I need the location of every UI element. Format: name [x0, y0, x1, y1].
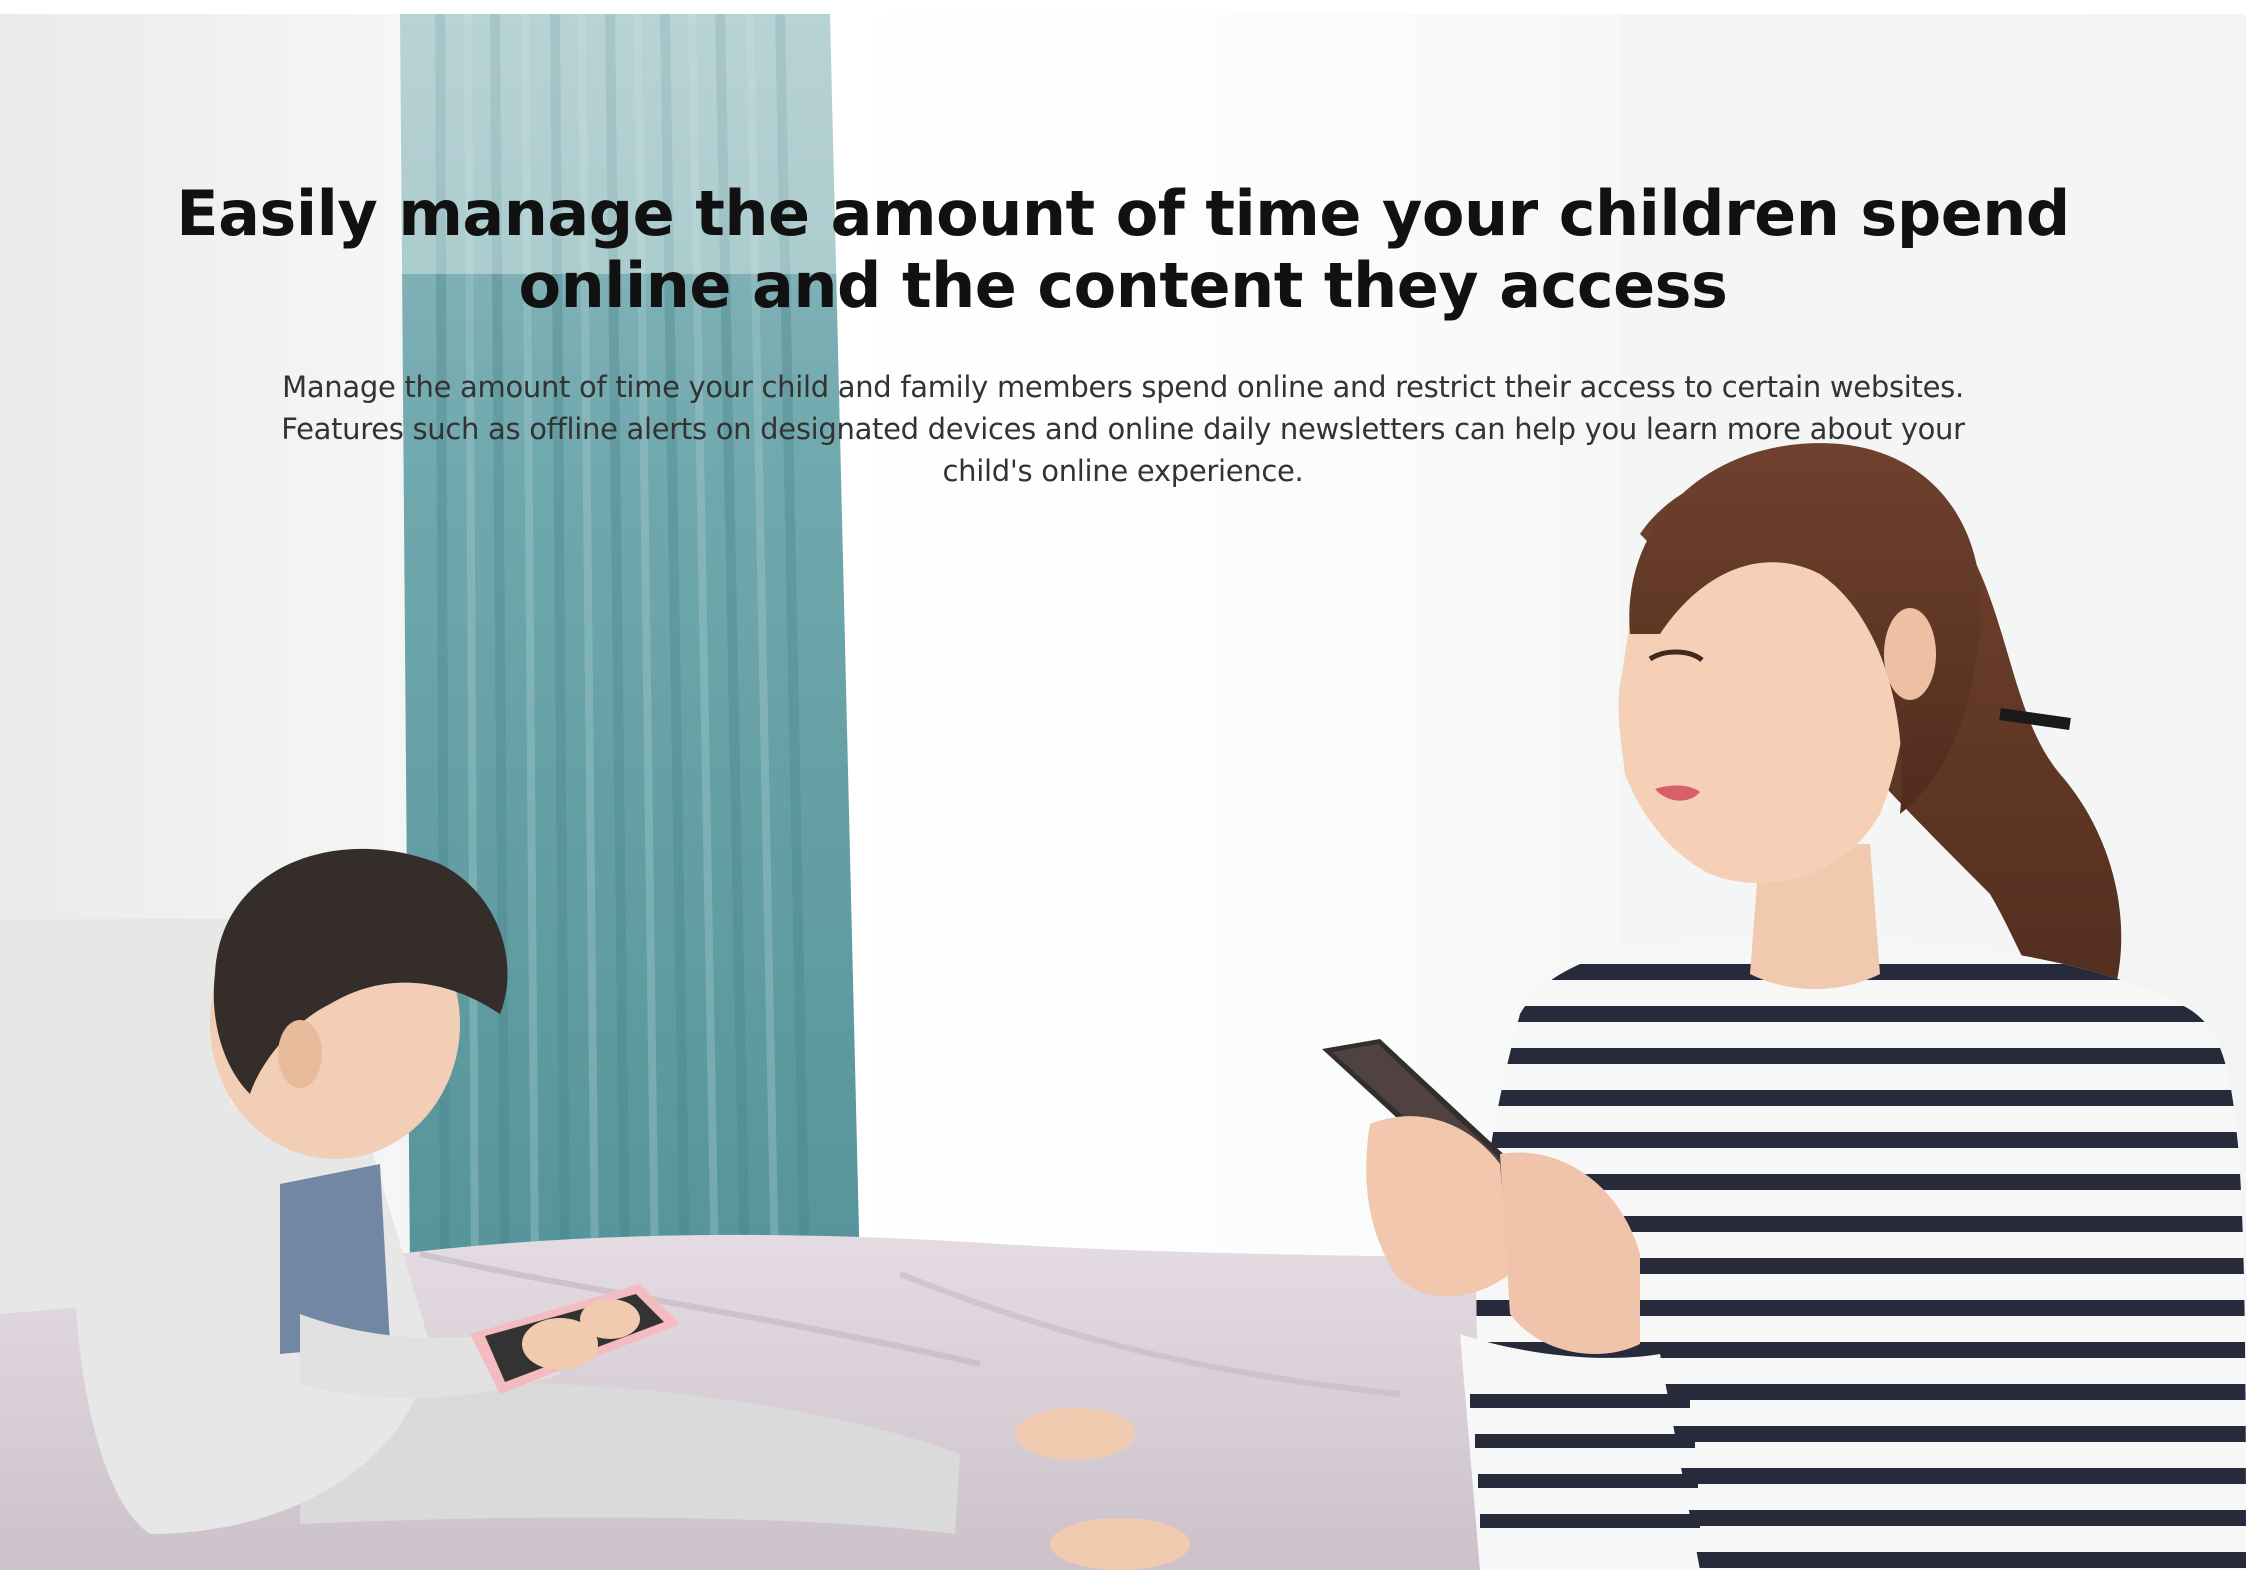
- hero-headline: Easily manage the amount of time your ch…: [176, 177, 2070, 322]
- page: Easily manage the amount of time your ch…: [0, 0, 2246, 1587]
- hero-subcopy: Manage the amount of time your child and…: [281, 370, 1965, 488]
- hero-copy: Easily manage the amount of time your ch…: [0, 178, 2246, 492]
